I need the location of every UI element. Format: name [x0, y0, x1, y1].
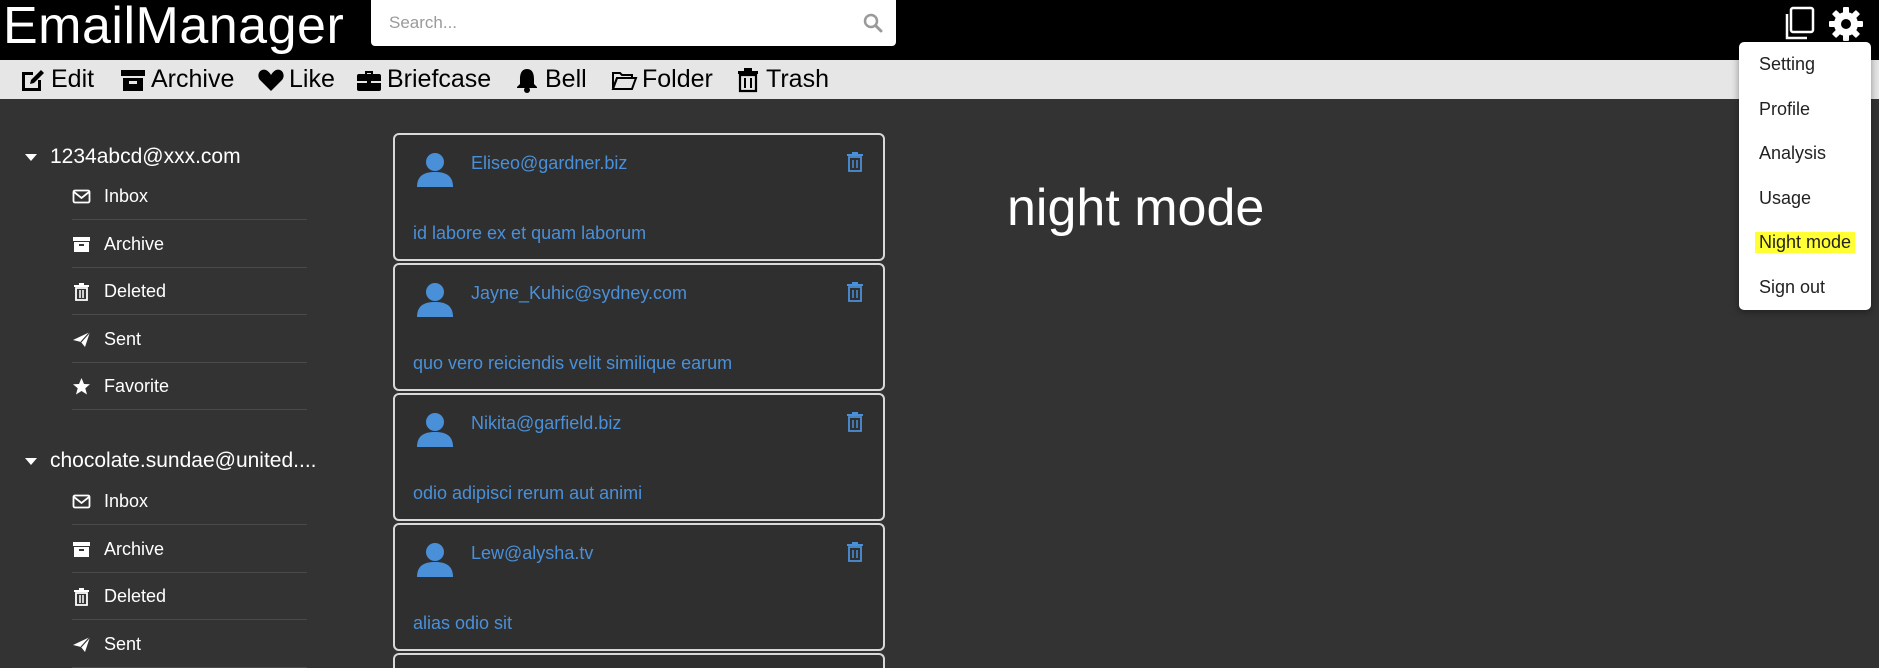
like-label: Like [289, 65, 335, 93]
email-subject: quo vero reiciendis velit similique earu… [413, 353, 733, 373]
email-card[interactable]: Jayne_Kuhic@sydney.com quo vero reiciend… [393, 263, 885, 391]
page-title: night mode [1007, 179, 1265, 237]
gear-icon[interactable] [1826, 4, 1866, 44]
sidebar-item-label: Inbox [104, 490, 149, 511]
menu-item-setting[interactable]: Setting [1759, 54, 1815, 75]
sidebar-item-archive[interactable]: Archive [72, 526, 307, 573]
caret-down-icon [25, 458, 37, 465]
caret-down-icon [25, 154, 37, 161]
sidebar-item-label: Sent [104, 328, 142, 349]
folder-button[interactable]: Folder [610, 60, 713, 99]
email-card[interactable]: Nikita@garfield.biz odio adipisci rerum … [393, 393, 885, 521]
trash-label: Trash [766, 65, 829, 93]
briefcase-icon [357, 70, 381, 91]
email-subject: alias odio sit [413, 613, 513, 633]
sidebar-item-inbox[interactable]: Inbox [72, 173, 307, 220]
email-card[interactable]: Lew@alysha.tv alias odio sit [393, 523, 885, 651]
user-avatar-icon [417, 413, 453, 447]
trash-icon [74, 282, 89, 301]
account-header-2[interactable]: chocolate.sundae@united.... [24, 449, 317, 473]
email-sender: Nikita@garfield.biz [471, 413, 622, 433]
envelope-icon [72, 494, 91, 508]
envelope-icon [72, 189, 91, 203]
archive-icon [121, 69, 145, 91]
bell-icon [517, 68, 537, 93]
star-icon [73, 377, 90, 394]
delete-email-icon[interactable] [846, 412, 864, 432]
sidebar-item-sent[interactable]: Sent [72, 621, 307, 668]
email-card[interactable]: Eliseo@gardner.biz id labore ex et quam … [393, 133, 885, 261]
paper-plane-icon [73, 331, 91, 347]
email-subject: id labore ex et quam laborum [413, 223, 647, 243]
edit-icon [22, 69, 44, 91]
trash-icon [74, 587, 89, 606]
sidebar-item-deleted[interactable]: Deleted [72, 268, 307, 315]
sidebar-item-favorite[interactable]: Favorite [72, 363, 307, 410]
sidebar-item-label: Deleted [104, 585, 167, 606]
user-avatar-icon [417, 153, 453, 187]
account-email: 1234abcd@xxx.com [50, 145, 241, 168]
archive-icon [73, 236, 90, 252]
briefcase-label: Briefcase [387, 65, 492, 93]
sidebar-item-label: Favorite [104, 375, 170, 396]
archive-button[interactable]: Archive [119, 60, 234, 99]
search-icon[interactable] [863, 13, 883, 33]
edit-button[interactable]: Edit [19, 60, 94, 99]
search-input[interactable] [371, 0, 841, 46]
user-avatar-icon [417, 543, 453, 577]
sidebar-item-archive[interactable]: Archive [72, 221, 307, 268]
folder-icon [611, 71, 638, 90]
top-header: EmailManager [0, 0, 1879, 60]
user-avatar-icon [417, 283, 453, 317]
account-header-1[interactable]: 1234abcd@xxx.com [24, 145, 241, 169]
briefcase-button[interactable]: Briefcase [355, 60, 491, 99]
sidebar-item-label: Archive [104, 538, 165, 559]
edit-label: Edit [51, 65, 95, 93]
archive-icon [73, 541, 90, 557]
sidebar-item-label: Inbox [104, 185, 149, 206]
email-subject: odio adipisci rerum aut animi [413, 483, 643, 503]
email-sender: Lew@alysha.tv [471, 543, 594, 563]
copy-windows-icon[interactable] [1779, 4, 1819, 44]
sidebar-item-sent[interactable]: Sent [72, 316, 307, 363]
folder-label: Folder [642, 65, 713, 93]
sidebar-item-label: Archive [104, 233, 165, 254]
email-card[interactable] [393, 653, 885, 668]
sidebar-item-inbox[interactable]: Inbox [72, 478, 307, 525]
sidebar-item-label: Sent [104, 633, 142, 654]
email-sender: Jayne_Kuhic@sydney.com [471, 283, 688, 303]
delete-email-icon[interactable] [846, 542, 864, 562]
sidebar-item-label: Deleted [104, 280, 167, 301]
delete-email-icon[interactable] [846, 152, 864, 172]
delete-email-icon[interactable] [846, 282, 864, 302]
trash-icon [738, 67, 758, 92]
toolbar: Edit Archive Like Briefcase Bell Folder … [0, 60, 1879, 99]
menu-item-analysis[interactable]: Analysis [1759, 143, 1826, 164]
menu-item-usage[interactable]: Usage [1759, 188, 1811, 209]
menu-item-sign-out[interactable]: Sign out [1759, 277, 1825, 298]
menu-item-profile[interactable]: Profile [1759, 99, 1810, 120]
menu-item-night-mode[interactable]: Night mode [1755, 232, 1856, 253]
search-box[interactable] [371, 0, 896, 46]
email-sender: Eliseo@gardner.biz [471, 153, 628, 173]
bell-label: Bell [545, 65, 587, 93]
app-title: EmailManager [3, 0, 345, 55]
trash-button[interactable]: Trash [734, 60, 829, 99]
archive-label: Archive [151, 65, 235, 93]
account-email: chocolate.sundae@united.... [50, 449, 317, 472]
paper-plane-icon [73, 636, 91, 652]
like-button[interactable]: Like [257, 60, 335, 99]
sidebar-item-deleted[interactable]: Deleted [72, 573, 307, 620]
heart-icon [258, 69, 284, 91]
bell-button[interactable]: Bell [513, 60, 587, 99]
settings-dropdown: Setting Profile Analysis Usage Night mod… [1739, 42, 1871, 310]
